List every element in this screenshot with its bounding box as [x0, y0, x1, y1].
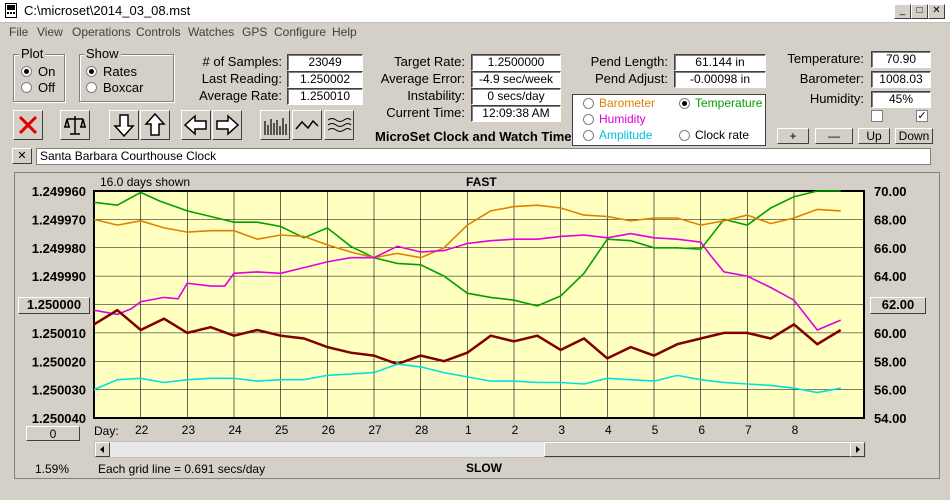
y-left-tick: 1.249990 [32, 269, 86, 284]
y-right-tick: 54.00 [874, 411, 907, 426]
x-tick: 22 [135, 423, 149, 437]
y-left-tick: 1.250020 [32, 354, 86, 369]
y-left-tick: 1.249960 [32, 184, 86, 199]
x-tick: 2 [512, 423, 519, 437]
x-tick: 4 [605, 423, 612, 437]
x-tick: 7 [745, 423, 752, 437]
y-left-tick: 1.249970 [32, 212, 86, 227]
x-tick: 28 [415, 423, 429, 437]
x-tick: 1 [465, 423, 472, 437]
x-tick: 23 [182, 423, 196, 437]
y-left-tick: 1.250040 [32, 411, 86, 426]
x-tick: 5 [652, 423, 659, 437]
y-left-tick: 1.249980 [32, 241, 86, 256]
y-right-tick: 58.00 [874, 354, 907, 369]
x-tick: 8 [792, 423, 799, 437]
y-left-tick: 1.250010 [32, 326, 86, 341]
x-tick: 3 [558, 423, 565, 437]
y-right-tick: 64.00 [874, 269, 907, 284]
x-tick: 27 [368, 423, 382, 437]
y-left-tick: 1.250030 [32, 383, 86, 398]
y-right-tick: 68.00 [874, 212, 907, 227]
x-tick: 25 [275, 423, 289, 437]
chart-svg: 1.249960 70.00 1.249970 68.00 1.249980 66.00 1… [32, 184, 907, 437]
y-right-tick: 66.00 [874, 241, 907, 256]
x-tick: 24 [228, 423, 242, 437]
x-tick: 26 [322, 423, 336, 437]
y-right-tick: 56.00 [874, 383, 907, 398]
y-right-tick: 60.00 [874, 326, 907, 341]
x-tick: 6 [698, 423, 705, 437]
y-right-tick: 70.00 [874, 184, 907, 199]
